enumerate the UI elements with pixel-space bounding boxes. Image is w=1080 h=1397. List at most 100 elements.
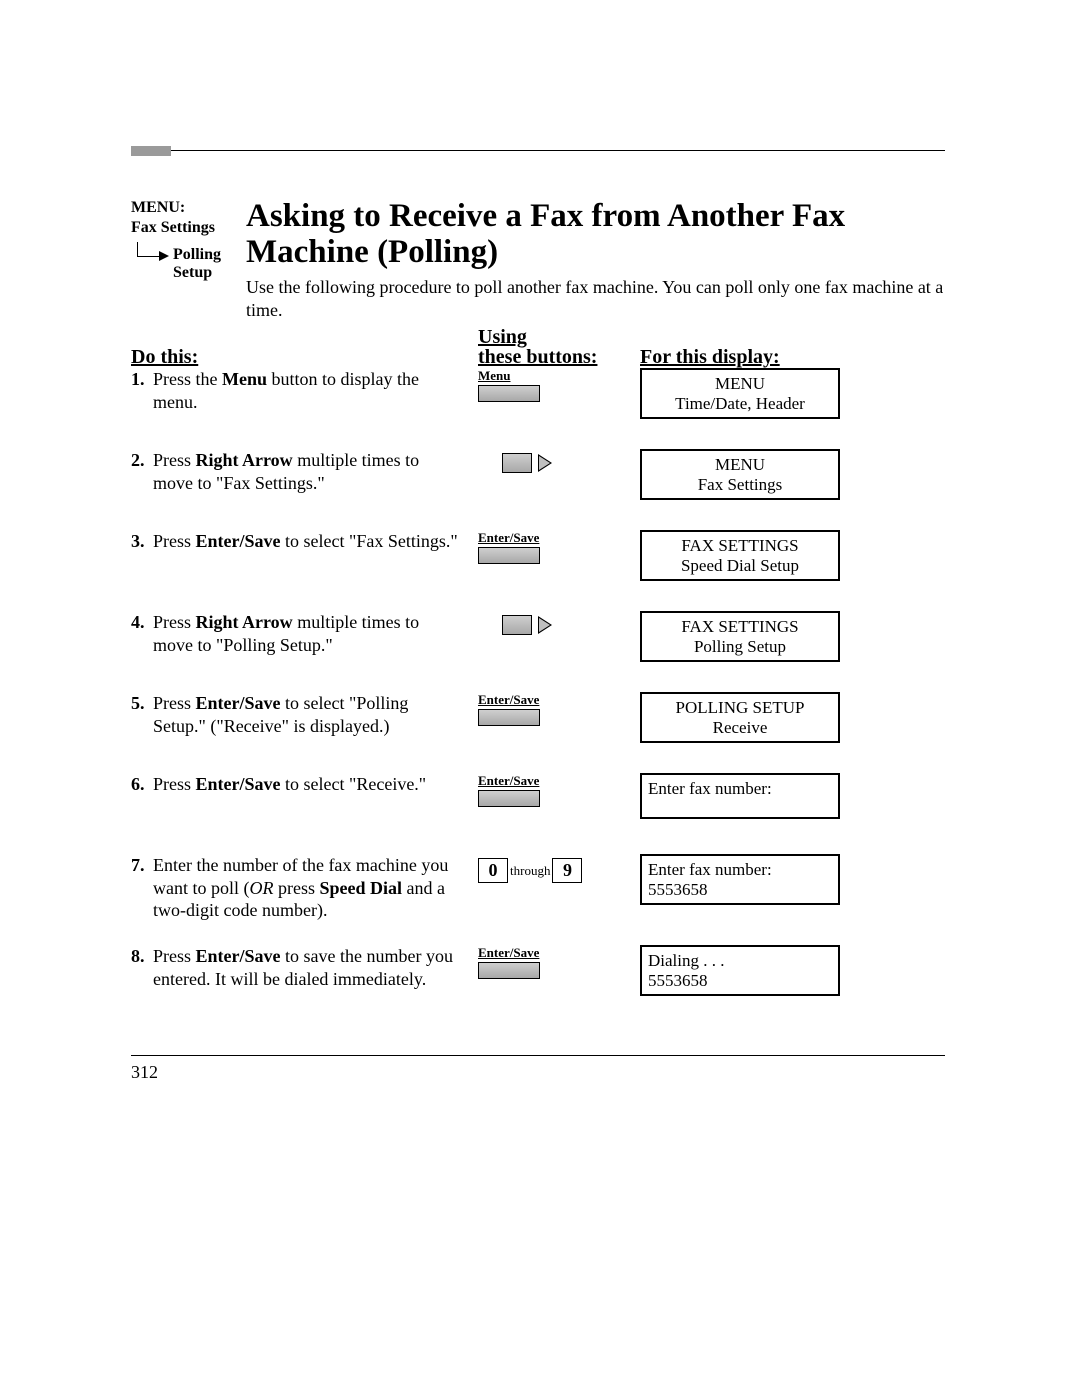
display-cell: Dialing . . . 5553658 — [640, 945, 840, 996]
display-cell: Enter fax number: 5553658 — [640, 854, 840, 905]
lcd-line2: Time/Date, Header — [648, 394, 832, 414]
right-arrow-icon — [538, 454, 552, 472]
lcd-line1: Dialing . . . — [648, 951, 832, 971]
lcd-display: Dialing . . . 5553658 — [640, 945, 840, 996]
step-number: 4. — [131, 611, 153, 634]
step-text: 8.Press Enter/Save to save the number yo… — [131, 945, 469, 990]
step-number: 2. — [131, 449, 153, 472]
lcd-line1: Enter fax number: — [648, 860, 832, 880]
enter-save-button-icon — [478, 547, 540, 564]
menu-path-item-1: Fax Settings — [131, 218, 241, 238]
page: MENU: Fax Settings Polling Setup Asking … — [0, 0, 1080, 1397]
step-text: 5.Press Enter/Save to select "Polling Se… — [131, 692, 469, 737]
lcd-display: MENU Fax Settings — [640, 449, 840, 500]
lcd-display: FAX SETTINGS Speed Dial Setup — [640, 530, 840, 581]
step-row: 4.Press Right Arrow multiple times to mo… — [131, 611, 945, 671]
button-cell — [478, 449, 638, 473]
step-text: 1.Press the Menu button to display the m… — [131, 368, 469, 413]
button-cell: Enter/Save — [478, 530, 638, 564]
gray-button-icon — [502, 615, 532, 635]
lcd-line1: POLLING SETUP — [648, 698, 832, 718]
lcd-line1: MENU — [648, 455, 832, 475]
step-row: 3.Press Enter/Save to select "Fax Settin… — [131, 530, 945, 590]
display-cell: FAX SETTINGS Speed Dial Setup — [640, 530, 840, 581]
right-arrow-icon — [538, 616, 552, 634]
lcd-display: POLLING SETUP Receive — [640, 692, 840, 743]
button-cell: Enter/Save — [478, 773, 638, 807]
tree-arrow-icon — [159, 251, 169, 261]
top-corner-mark — [131, 146, 171, 156]
lcd-line2: 5553658 — [648, 880, 832, 900]
step-number: 3. — [131, 530, 153, 553]
button-label-entersave: Enter/Save — [478, 530, 638, 546]
page-title: Asking to Receive a Fax from Another Fax… — [246, 198, 945, 271]
menu-path-item-2-l1: Polling — [173, 246, 221, 263]
menu-path-label: MENU: — [131, 198, 241, 218]
enter-save-button-icon — [478, 962, 540, 979]
step-number: 5. — [131, 692, 153, 715]
header-for-display: For this display: — [640, 346, 780, 369]
lcd-line2: Fax Settings — [648, 475, 832, 495]
button-label-entersave: Enter/Save — [478, 773, 638, 789]
enter-save-button-icon — [478, 790, 540, 807]
button-label-menu: Menu — [478, 368, 638, 384]
step-text: 4.Press Right Arrow multiple times to mo… — [131, 611, 469, 656]
button-cell: Enter/Save — [478, 945, 638, 979]
button-cell: Enter/Save — [478, 692, 638, 726]
numpad-zero-icon: 0 — [478, 858, 508, 883]
intro-paragraph: Use the following procedure to poll anot… — [246, 276, 945, 321]
button-cell — [478, 611, 638, 635]
through-label: through — [510, 863, 550, 879]
button-label-entersave: Enter/Save — [478, 945, 638, 961]
step-text: 3.Press Enter/Save to select "Fax Settin… — [131, 530, 469, 553]
display-cell: FAX SETTINGS Polling Setup — [640, 611, 840, 662]
lcd-line2: Receive — [648, 718, 832, 738]
menu-path-item-2-l2: Setup — [173, 264, 212, 281]
step-row: 8.Press Enter/Save to save the number yo… — [131, 945, 945, 1005]
step-row: 1.Press the Menu button to display the m… — [131, 368, 945, 428]
lcd-line1: MENU — [648, 374, 832, 394]
tree-horizontal-line — [137, 256, 159, 257]
bottom-rule — [131, 1055, 945, 1056]
menu-path-item-2: Polling Setup — [173, 246, 221, 283]
numpad-nine-icon: 9 — [552, 858, 582, 883]
step-number: 7. — [131, 854, 153, 877]
step-number: 6. — [131, 773, 153, 796]
step-row: 2.Press Right Arrow multiple times to mo… — [131, 449, 945, 509]
lcd-display: MENU Time/Date, Header — [640, 368, 840, 419]
step-text: 7.Enter the number of the fax machine yo… — [131, 854, 469, 922]
lcd-line1: FAX SETTINGS — [648, 617, 832, 637]
steps-table: 1.Press the Menu button to display the m… — [131, 368, 945, 1026]
lcd-display: Enter fax number: 5553658 — [640, 854, 840, 905]
gray-button-icon — [502, 453, 532, 473]
step-row: 7.Enter the number of the fax machine yo… — [131, 854, 945, 924]
lcd-line1: FAX SETTINGS — [648, 536, 832, 556]
lcd-line2: Speed Dial Setup — [648, 556, 832, 576]
step-number: 8. — [131, 945, 153, 968]
menu-button-icon — [478, 385, 540, 402]
lcd-line2: Polling Setup — [648, 637, 832, 657]
enter-save-button-icon — [478, 709, 540, 726]
button-cell: Menu — [478, 368, 638, 402]
top-rule — [131, 150, 945, 151]
lcd-display: Enter fax number: — [640, 773, 840, 819]
header-do-this: Do this: — [131, 346, 198, 369]
display-cell: Enter fax number: — [640, 773, 840, 819]
step-number: 1. — [131, 368, 153, 391]
step-row: 5.Press Enter/Save to select "Polling Se… — [131, 692, 945, 752]
display-cell: MENU Fax Settings — [640, 449, 840, 500]
step-text: 6.Press Enter/Save to select "Receive." — [131, 773, 469, 796]
display-cell: MENU Time/Date, Header — [640, 368, 840, 419]
menu-path-block: MENU: Fax Settings Polling Setup — [131, 198, 241, 242]
lcd-display: FAX SETTINGS Polling Setup — [640, 611, 840, 662]
button-label-entersave: Enter/Save — [478, 692, 638, 708]
button-cell: 0 through 9 — [478, 854, 638, 883]
display-cell: POLLING SETUP Receive — [640, 692, 840, 743]
header-using-line2: these buttons: — [478, 346, 597, 369]
step-row: 6.Press Enter/Save to select "Receive." … — [131, 773, 945, 833]
step-text: 2.Press Right Arrow multiple times to mo… — [131, 449, 469, 494]
lcd-line2: 5553658 — [648, 971, 832, 991]
tree-vertical-line — [137, 242, 138, 256]
page-number: 312 — [131, 1062, 158, 1083]
lcd-line1: Enter fax number: — [648, 779, 832, 799]
